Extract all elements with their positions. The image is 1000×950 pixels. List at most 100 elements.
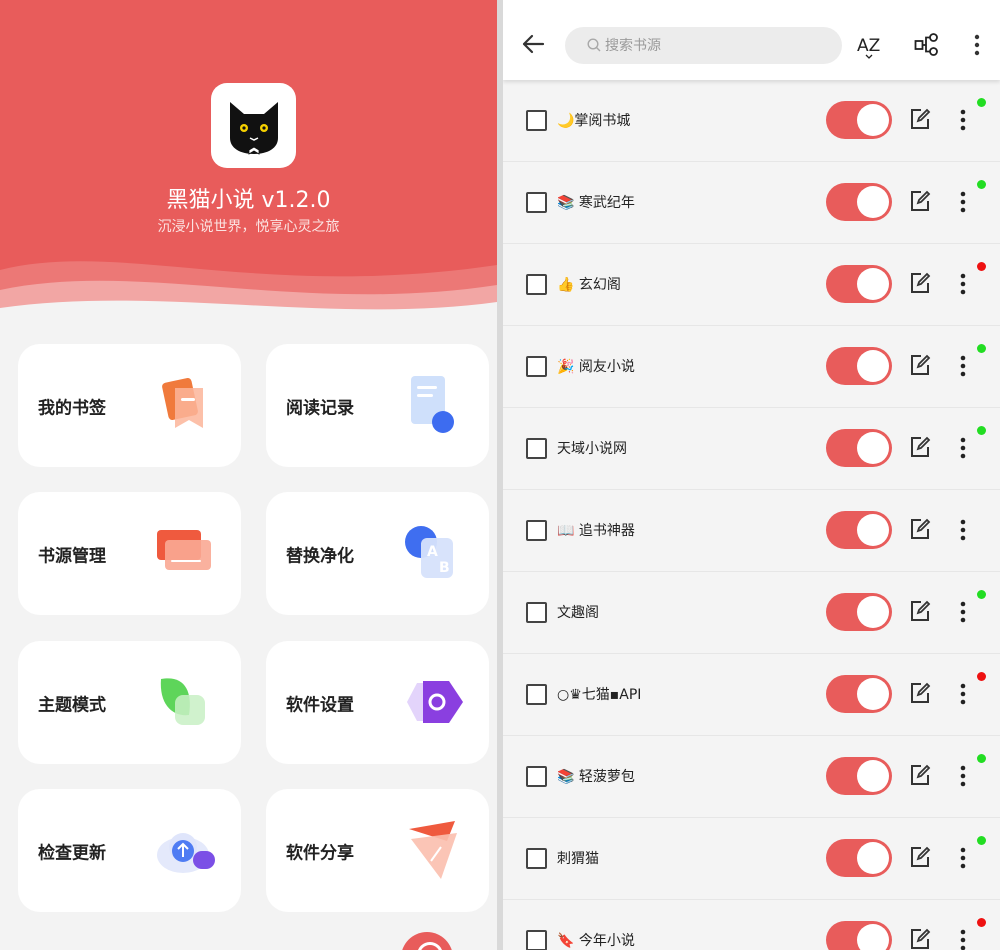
enable-switch[interactable] xyxy=(826,675,892,713)
more-vert-icon[interactable] xyxy=(956,436,970,460)
app-title: 黑猫小说 v1.2.0 xyxy=(166,188,331,213)
edit-icon[interactable] xyxy=(909,518,931,540)
card-label: 替换净化 xyxy=(286,546,354,566)
source-name: 🎉 阅友小说 xyxy=(557,359,635,375)
search-bar[interactable] xyxy=(565,27,842,64)
edit-icon[interactable] xyxy=(909,928,931,950)
check-update-card[interactable]: 检查更新 xyxy=(18,789,241,912)
edit-icon[interactable] xyxy=(909,272,931,294)
edit-icon[interactable] xyxy=(909,190,931,212)
more-vert-icon[interactable] xyxy=(956,928,970,950)
enable-switch[interactable] xyxy=(826,921,892,950)
switch-knob xyxy=(857,268,889,300)
more-vert-icon[interactable] xyxy=(956,846,970,870)
card-label: 检查更新 xyxy=(38,843,106,863)
reading-history-icon xyxy=(411,376,454,433)
edit-icon[interactable] xyxy=(909,354,931,376)
more-vert-icon[interactable] xyxy=(956,518,970,542)
group-icon[interactable] xyxy=(914,32,940,58)
select-checkbox[interactable] xyxy=(526,684,547,705)
select-checkbox[interactable] xyxy=(526,438,547,459)
card-label: 主题模式 xyxy=(38,695,106,715)
source-row[interactable]: 刺猬猫 xyxy=(503,818,1000,900)
edit-icon[interactable] xyxy=(909,682,931,704)
select-checkbox[interactable] xyxy=(526,602,547,623)
edit-icon[interactable] xyxy=(909,600,931,622)
source-name: 🔖 今年小说 xyxy=(557,933,635,949)
header-banner: 黑猫小说 v1.2.0 沉浸小说世界，悦享心灵之旅 xyxy=(0,0,497,330)
more-vert-icon[interactable] xyxy=(956,764,970,788)
source-row[interactable]: 📚 轻菠萝包 xyxy=(503,736,1000,818)
replace-icon: A B xyxy=(405,526,453,578)
app-slogan: 沉浸小说世界，悦享心灵之旅 xyxy=(157,219,340,235)
back-arrow-icon[interactable] xyxy=(519,30,547,58)
source-name: 📚 寒武纪年 xyxy=(557,195,635,211)
source-row[interactable]: 🌙掌阅书城 xyxy=(503,80,1000,162)
enable-switch[interactable] xyxy=(826,347,892,385)
select-checkbox[interactable] xyxy=(526,520,547,541)
source-row[interactable]: 👍 玄幻阁 xyxy=(503,244,1000,326)
status-dot xyxy=(977,426,986,435)
switch-knob xyxy=(857,924,889,950)
enable-switch[interactable] xyxy=(826,101,892,139)
more-vert-icon[interactable] xyxy=(956,272,970,296)
enable-switch[interactable] xyxy=(826,183,892,221)
select-checkbox[interactable] xyxy=(526,274,547,295)
enable-switch[interactable] xyxy=(826,839,892,877)
status-dot xyxy=(977,344,986,353)
source-name: 👍 玄幻阁 xyxy=(557,277,621,293)
status-dot xyxy=(977,918,986,927)
bookmark-card[interactable]: 我的书签 xyxy=(18,344,241,467)
select-checkbox[interactable] xyxy=(526,356,547,377)
more-vert-icon[interactable] xyxy=(956,600,970,624)
edit-icon[interactable] xyxy=(909,764,931,786)
cloud-update-icon xyxy=(157,833,215,873)
switch-knob xyxy=(857,186,889,218)
theme-mode-card[interactable]: 主题模式 xyxy=(18,641,241,764)
source-row[interactable]: 🎉 阅友小说 xyxy=(503,326,1000,408)
edit-icon[interactable] xyxy=(909,436,931,458)
source-row[interactable]: 文趣阁 xyxy=(503,572,1000,654)
svg-text:A: A xyxy=(427,544,438,560)
enable-switch[interactable] xyxy=(826,757,892,795)
select-checkbox[interactable] xyxy=(526,766,547,787)
settings-card[interactable]: 软件设置 xyxy=(266,641,489,764)
replace-purify-card[interactable]: 替换净化 A B xyxy=(266,492,489,615)
enable-switch[interactable] xyxy=(826,429,892,467)
edit-icon[interactable] xyxy=(909,108,931,130)
switch-knob xyxy=(857,678,889,710)
enable-switch[interactable] xyxy=(826,265,892,303)
settings-icon xyxy=(407,681,463,723)
source-name: 📖 追书神器 xyxy=(557,523,635,539)
more-vert-icon[interactable] xyxy=(956,682,970,706)
select-checkbox[interactable] xyxy=(526,110,547,131)
more-vert-icon[interactable] xyxy=(956,190,970,214)
more-vert-icon[interactable] xyxy=(956,108,970,132)
more-vert-icon[interactable] xyxy=(956,354,970,378)
wave-decoration xyxy=(0,261,497,330)
card-label: 书源管理 xyxy=(38,546,106,566)
card-label: 软件设置 xyxy=(286,695,354,715)
select-checkbox[interactable] xyxy=(526,848,547,869)
share-app-card[interactable]: 软件分享 xyxy=(266,789,489,912)
more-vert-icon[interactable] xyxy=(969,33,985,57)
floating-action-button[interactable] xyxy=(401,932,453,950)
enable-switch[interactable] xyxy=(826,511,892,549)
search-icon xyxy=(587,38,601,52)
search-input[interactable] xyxy=(605,27,825,64)
sort-az-icon[interactable]: AZ xyxy=(856,30,886,60)
status-dot xyxy=(977,672,986,681)
source-row[interactable]: 天域小说网 xyxy=(503,408,1000,490)
card-label: 我的书签 xyxy=(38,398,106,418)
source-row[interactable]: ○♛七猫▪API xyxy=(503,654,1000,736)
book-source-manager: AZ 🌙掌阅书城 📚 寒武纪年 👍 玄幻阁 🎉 阅友小说天域小说网 📖 追书神器文趣阁 ○… xyxy=(503,0,1000,950)
book-source-card[interactable]: 书源管理 xyxy=(18,492,241,615)
select-checkbox[interactable] xyxy=(526,930,547,950)
source-row[interactable]: 🔖 今年小说 xyxy=(503,900,1000,950)
source-row[interactable]: 📚 寒武纪年 xyxy=(503,162,1000,244)
enable-switch[interactable] xyxy=(826,593,892,631)
source-row[interactable]: 📖 追书神器 xyxy=(503,490,1000,572)
edit-icon[interactable] xyxy=(909,846,931,868)
select-checkbox[interactable] xyxy=(526,192,547,213)
reading-history-card[interactable]: 阅读记录 xyxy=(266,344,489,467)
